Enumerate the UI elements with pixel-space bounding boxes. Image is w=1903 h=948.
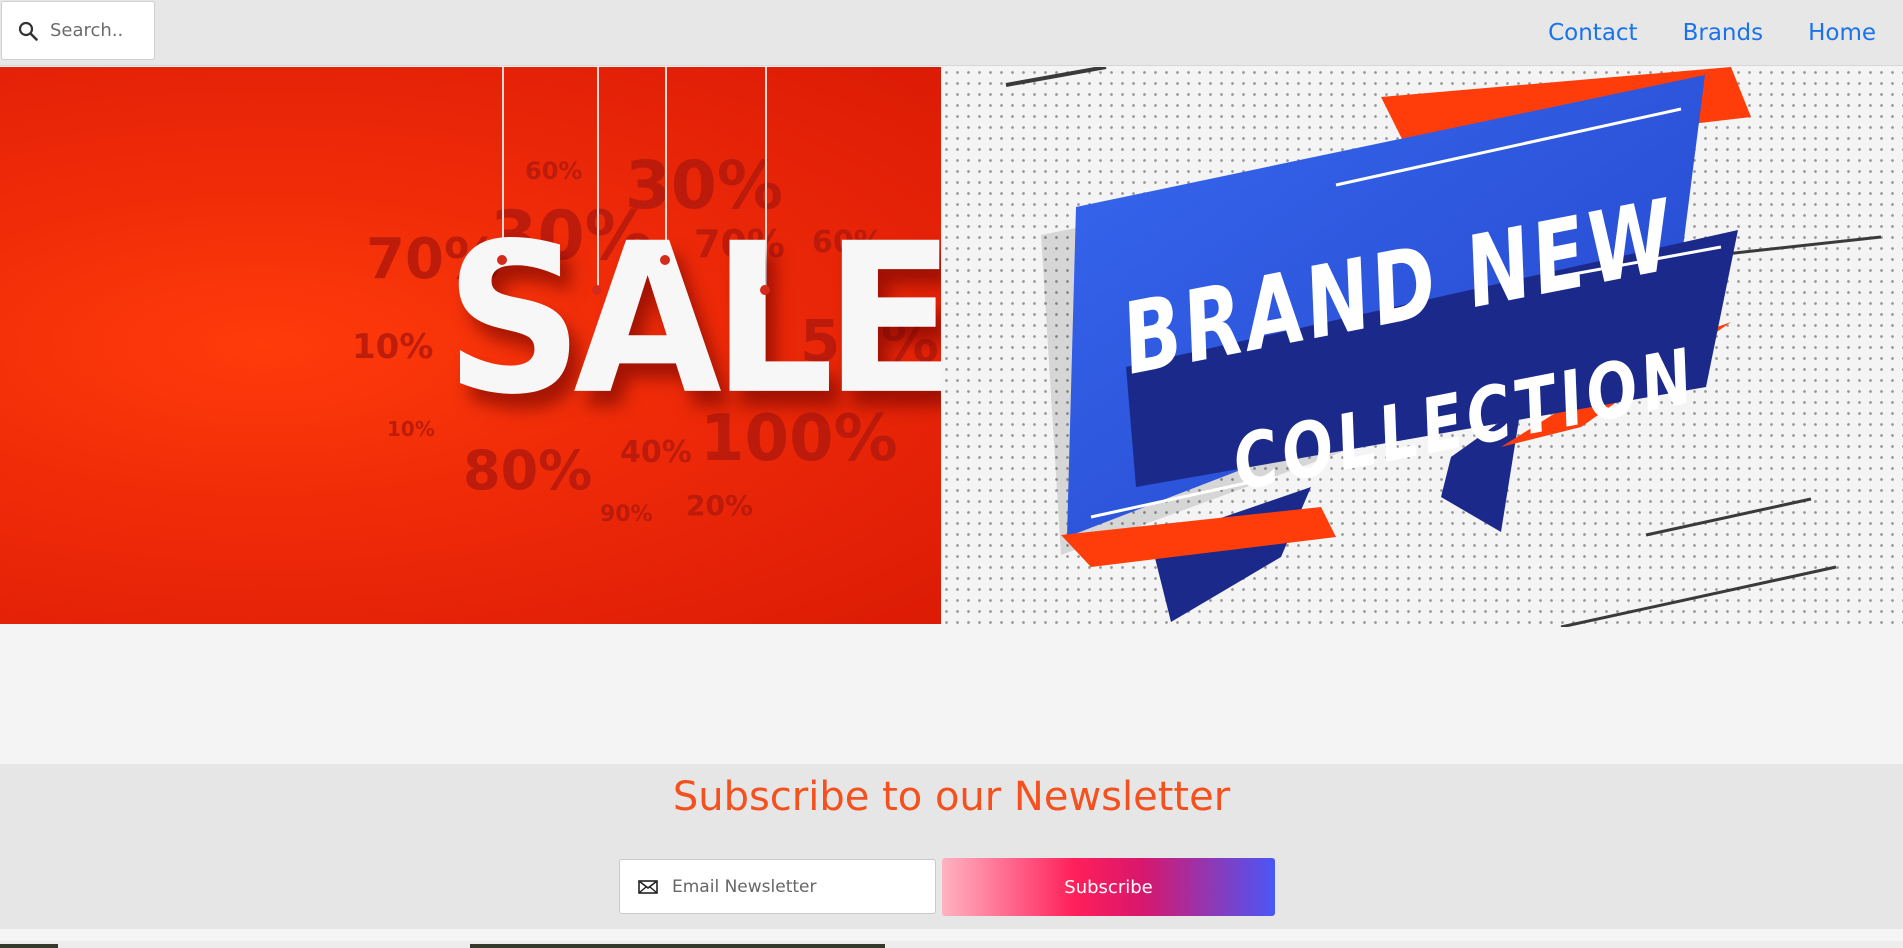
email-input[interactable] (670, 875, 920, 898)
nav-link-brands[interactable]: Brands (1683, 20, 1764, 46)
collection-ribbon-graphic: BRAND NEW COLLECTION (1005, 67, 1882, 627)
page-bottom-edge (0, 941, 1903, 948)
bottom-edge-segment (0, 944, 58, 948)
email-field[interactable] (619, 859, 936, 914)
sale-banner[interactable]: 60% 30% 70% 30% 70% 60% 10% 50% 10% 80% … (0, 67, 941, 624)
tag-hole (760, 285, 770, 295)
newsletter-section: Subscribe to our Newsletter Subscribe (0, 764, 1903, 929)
subscribe-button[interactable]: Subscribe (942, 858, 1275, 916)
search-box[interactable] (1, 1, 155, 60)
new-collection-banner[interactable]: BRAND NEW COLLECTION (941, 67, 1903, 627)
main-nav: Contact Brands Home (1548, 0, 1876, 66)
sale-percent-label: 10% (387, 417, 435, 441)
sale-percent-label: 60% (525, 157, 583, 185)
tag-hole (497, 255, 507, 265)
tag-hole (660, 255, 670, 265)
search-input[interactable] (48, 19, 148, 42)
search-icon (18, 21, 38, 41)
nav-link-contact[interactable]: Contact (1548, 20, 1637, 46)
sale-heading: SALE (445, 199, 941, 441)
sale-percent-label: 20% (686, 489, 754, 522)
sale-percent-label: 10% (352, 327, 434, 367)
top-bar: Contact Brands Home (0, 0, 1903, 66)
tag-hole (592, 285, 602, 295)
newsletter-form: Subscribe (619, 858, 1275, 916)
sale-percent-label: 80% (463, 439, 593, 502)
bottom-edge-segment (470, 944, 885, 948)
envelope-icon (638, 879, 658, 894)
sale-percent-label: 90% (600, 502, 653, 527)
newsletter-title: Subscribe to our Newsletter (672, 774, 1231, 820)
nav-link-home[interactable]: Home (1808, 20, 1876, 46)
